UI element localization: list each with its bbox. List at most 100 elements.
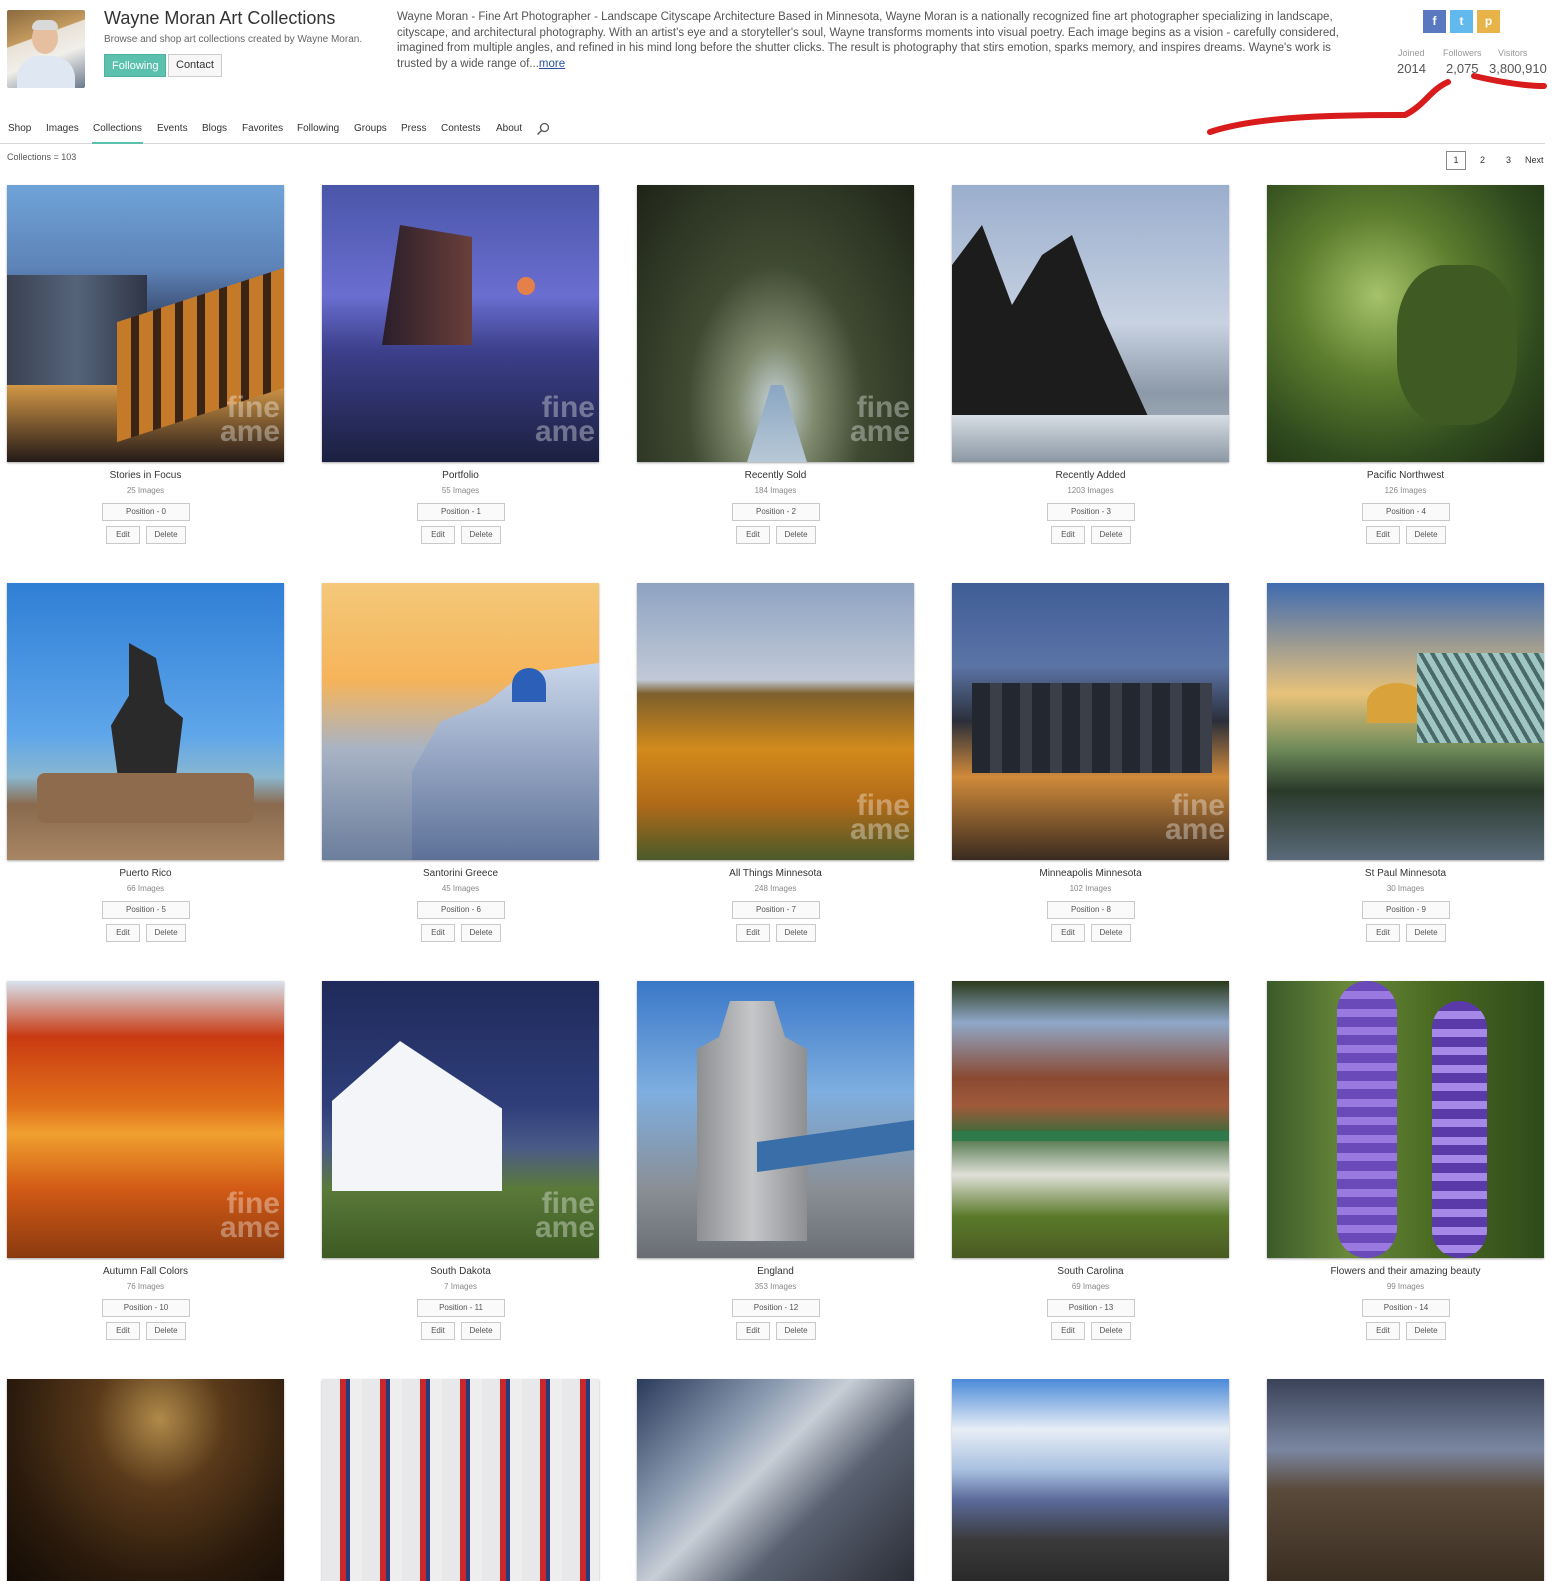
position-button[interactable]: Position - 3 bbox=[1047, 503, 1135, 521]
pagination-current[interactable]: 1 bbox=[1446, 151, 1466, 170]
edit-button[interactable]: Edit bbox=[736, 526, 770, 544]
edit-button[interactable]: Edit bbox=[421, 924, 455, 942]
edit-button[interactable]: Edit bbox=[1366, 526, 1400, 544]
collection-title[interactable]: South Dakota bbox=[322, 1266, 599, 1277]
collection-title[interactable]: England bbox=[637, 1266, 914, 1277]
collection-thumbnail[interactable]: fine ame bbox=[637, 185, 914, 462]
pinterest-icon[interactable]: p bbox=[1477, 10, 1500, 33]
collection-thumbnail[interactable] bbox=[1267, 185, 1544, 462]
collection-thumbnail[interactable] bbox=[1267, 583, 1544, 860]
delete-button[interactable]: Delete bbox=[146, 526, 186, 544]
avatar[interactable] bbox=[7, 10, 85, 88]
edit-button[interactable]: Edit bbox=[736, 1322, 770, 1340]
collection-thumbnail[interactable]: fine ame bbox=[322, 981, 599, 1258]
edit-button[interactable]: Edit bbox=[1051, 526, 1085, 544]
position-button[interactable]: Position - 4 bbox=[1362, 503, 1450, 521]
tab-shop[interactable]: Shop bbox=[7, 123, 32, 144]
collection-title[interactable]: Stories in Focus bbox=[7, 470, 284, 481]
delete-button[interactable]: Delete bbox=[776, 924, 816, 942]
tab-favorites[interactable]: Favorites bbox=[241, 123, 284, 144]
collection-thumbnail[interactable]: fine ame bbox=[322, 185, 599, 462]
edit-button[interactable]: Edit bbox=[1366, 924, 1400, 942]
delete-button[interactable]: Delete bbox=[1091, 526, 1131, 544]
position-button[interactable]: Position - 6 bbox=[417, 901, 505, 919]
collection-thumbnail[interactable] bbox=[7, 583, 284, 860]
edit-button[interactable]: Edit bbox=[736, 924, 770, 942]
collection-title[interactable]: Minneapolis Minnesota bbox=[952, 868, 1229, 879]
collection-title[interactable]: Recently Added bbox=[952, 470, 1229, 481]
delete-button[interactable]: Delete bbox=[1406, 924, 1446, 942]
position-button[interactable]: Position - 11 bbox=[417, 1299, 505, 1317]
tab-press[interactable]: Press bbox=[400, 123, 428, 144]
position-button[interactable]: Position - 10 bbox=[102, 1299, 190, 1317]
delete-button[interactable]: Delete bbox=[1091, 924, 1131, 942]
edit-button[interactable]: Edit bbox=[1051, 1322, 1085, 1340]
position-button[interactable]: Position - 2 bbox=[732, 503, 820, 521]
tab-contests[interactable]: Contests bbox=[440, 123, 481, 144]
edit-button[interactable]: Edit bbox=[1366, 1322, 1400, 1340]
delete-button[interactable]: Delete bbox=[1091, 1322, 1131, 1340]
following-button[interactable]: Following bbox=[104, 54, 167, 77]
tab-groups[interactable]: Groups bbox=[353, 123, 388, 144]
search-icon[interactable] bbox=[536, 122, 550, 136]
edit-button[interactable]: Edit bbox=[1051, 924, 1085, 942]
edit-button[interactable]: Edit bbox=[421, 526, 455, 544]
position-button[interactable]: Position - 13 bbox=[1047, 1299, 1135, 1317]
collection-title[interactable]: Portfolio bbox=[322, 470, 599, 481]
twitter-icon[interactable]: t bbox=[1450, 10, 1473, 33]
collection-title[interactable]: Puerto Rico bbox=[7, 868, 284, 879]
pagination-page-3[interactable]: 3 bbox=[1506, 155, 1511, 165]
tab-about[interactable]: About bbox=[495, 123, 523, 144]
collection-thumbnail[interactable] bbox=[952, 981, 1229, 1258]
position-button[interactable]: Position - 12 bbox=[732, 1299, 820, 1317]
facebook-icon[interactable]: f bbox=[1423, 10, 1446, 33]
edit-button[interactable]: Edit bbox=[106, 526, 140, 544]
position-button[interactable]: Position - 7 bbox=[732, 901, 820, 919]
delete-button[interactable]: Delete bbox=[1406, 1322, 1446, 1340]
position-button[interactable]: Position - 5 bbox=[102, 901, 190, 919]
collection-thumbnail[interactable]: fine ame bbox=[952, 583, 1229, 860]
collection-thumbnail[interactable]: fine ame bbox=[7, 981, 284, 1258]
delete-button[interactable]: Delete bbox=[776, 1322, 816, 1340]
delete-button[interactable]: Delete bbox=[146, 1322, 186, 1340]
collection-title[interactable]: Flowers and their amazing beauty bbox=[1267, 1266, 1544, 1277]
collection-thumbnail[interactable] bbox=[1267, 1379, 1544, 1581]
collection-title[interactable]: Santorini Greece bbox=[322, 868, 599, 879]
collection-thumbnail[interactable] bbox=[952, 1379, 1229, 1581]
collection-title[interactable]: All Things Minnesota bbox=[637, 868, 914, 879]
collection-title[interactable]: South Carolina bbox=[952, 1266, 1229, 1277]
collection-title[interactable]: Pacific Northwest bbox=[1267, 470, 1544, 481]
edit-button[interactable]: Edit bbox=[106, 1322, 140, 1340]
delete-button[interactable]: Delete bbox=[1406, 526, 1446, 544]
delete-button[interactable]: Delete bbox=[776, 526, 816, 544]
tab-images[interactable]: Images bbox=[45, 123, 80, 144]
tab-events[interactable]: Events bbox=[156, 123, 189, 144]
collection-thumbnail[interactable]: fine ame bbox=[7, 185, 284, 462]
position-button[interactable]: Position - 1 bbox=[417, 503, 505, 521]
collection-thumbnail[interactable] bbox=[322, 1379, 599, 1581]
delete-button[interactable]: Delete bbox=[461, 1322, 501, 1340]
collection-thumbnail[interactable] bbox=[637, 1379, 914, 1581]
edit-button[interactable]: Edit bbox=[421, 1322, 455, 1340]
collection-thumbnail[interactable] bbox=[7, 1379, 284, 1581]
pagination-next[interactable]: Next bbox=[1525, 155, 1544, 165]
tab-collections[interactable]: Collections bbox=[92, 123, 143, 144]
collection-thumbnail[interactable] bbox=[1267, 981, 1544, 1258]
tab-blogs[interactable]: Blogs bbox=[201, 123, 228, 144]
delete-button[interactable]: Delete bbox=[461, 526, 501, 544]
collection-thumbnail[interactable] bbox=[637, 981, 914, 1258]
edit-button[interactable]: Edit bbox=[106, 924, 140, 942]
collection-title[interactable]: St Paul Minnesota bbox=[1267, 868, 1544, 879]
delete-button[interactable]: Delete bbox=[146, 924, 186, 942]
pagination-page-2[interactable]: 2 bbox=[1480, 155, 1485, 165]
position-button[interactable]: Position - 14 bbox=[1362, 1299, 1450, 1317]
position-button[interactable]: Position - 8 bbox=[1047, 901, 1135, 919]
more-link[interactable]: more bbox=[539, 58, 565, 70]
collection-thumbnail[interactable]: fine ame bbox=[637, 583, 914, 860]
collection-thumbnail[interactable] bbox=[322, 583, 599, 860]
position-button[interactable]: Position - 9 bbox=[1362, 901, 1450, 919]
tab-following[interactable]: Following bbox=[296, 123, 340, 144]
collection-title[interactable]: Autumn Fall Colors bbox=[7, 1266, 284, 1277]
collection-title[interactable]: Recently Sold bbox=[637, 470, 914, 481]
contact-button[interactable]: Contact bbox=[168, 54, 222, 77]
